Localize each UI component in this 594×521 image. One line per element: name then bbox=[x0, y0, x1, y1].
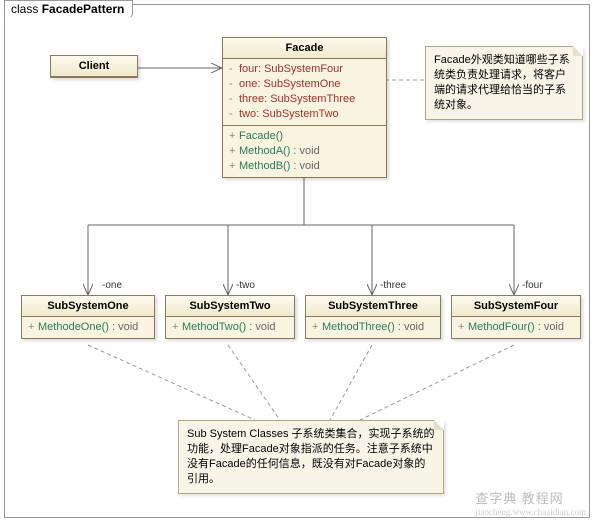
class-client-name: Client bbox=[51, 56, 137, 77]
facade-attrs: -four: SubSystemFour -one: SubSystemOne … bbox=[223, 59, 386, 126]
class-sub2-name: SubSystemTwo bbox=[166, 296, 294, 317]
class-sub4-name: SubSystemFour bbox=[452, 296, 580, 317]
class-sub2: SubSystemTwo +MethodTwo() : void bbox=[165, 295, 295, 339]
class-sub3-name: SubSystemThree bbox=[306, 296, 440, 317]
watermark-sub: jiaocheng.www.chazidian.com bbox=[475, 507, 586, 517]
role-two: -two bbox=[236, 280, 255, 291]
class-facade-name: Facade bbox=[223, 38, 386, 59]
class-sub3: SubSystemThree +MethodThree() : void bbox=[305, 295, 441, 339]
note-subs: Sub System Classes 子系统类集合，实现子系统的功能，处理Fac… bbox=[178, 420, 444, 494]
class-sub1: SubSystemOne +MethodeOne() : void bbox=[21, 295, 155, 339]
class-client: Client bbox=[50, 55, 138, 78]
frame-prefix: class bbox=[11, 2, 42, 16]
frame-title: class FacadePattern bbox=[4, 0, 133, 19]
class-sub4: SubSystemFour +MethodFour() : void bbox=[451, 295, 581, 339]
role-one: -one bbox=[102, 280, 122, 291]
role-three: -three bbox=[380, 280, 406, 291]
frame-name: FacadePattern bbox=[42, 2, 125, 16]
class-sub1-name: SubSystemOne bbox=[22, 296, 154, 317]
watermark: 查字典 教程网 jiaocheng.www.chazidian.com bbox=[475, 488, 586, 517]
facade-ops: +Facade() +MethodA() : void +MethodB() :… bbox=[223, 126, 386, 177]
watermark-main: 查字典 教程网 bbox=[475, 491, 563, 506]
note-facade: Facade外观类知道哪些子系统类负责处理请求，将客户端的请求代理给恰当的子系统… bbox=[425, 46, 583, 120]
role-four: -four bbox=[522, 280, 543, 291]
diagram-canvas: class FacadePattern Client Facade -four:… bbox=[0, 0, 594, 521]
class-facade: Facade -four: SubSystemFour -one: SubSys… bbox=[222, 37, 387, 178]
